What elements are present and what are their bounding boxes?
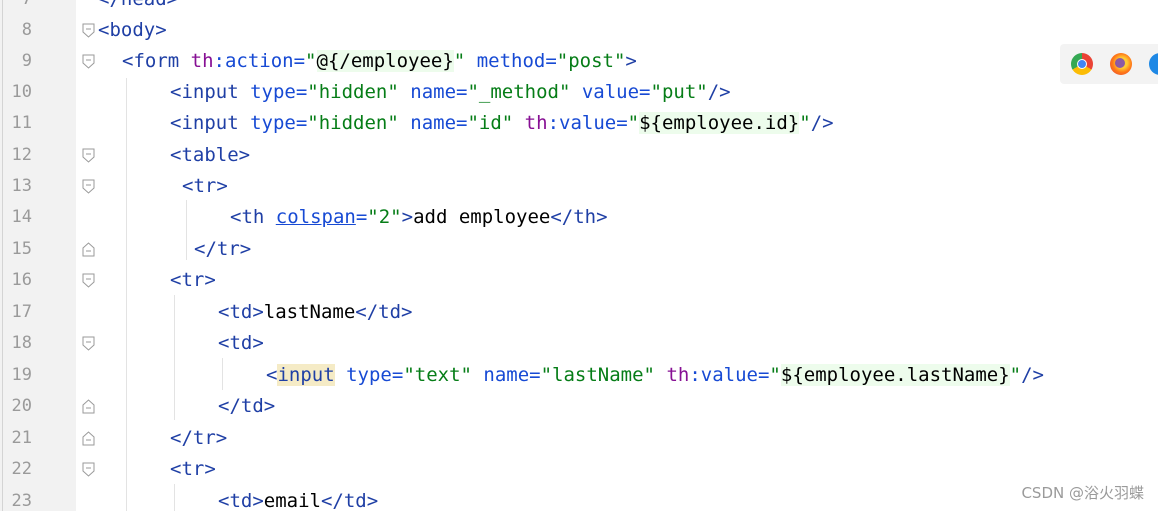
fold-marker-icon[interactable]	[82, 54, 95, 69]
code-text: <tr>	[170, 458, 216, 480]
code-line[interactable]: 21 </tr>	[0, 423, 1158, 454]
line-number: 19	[11, 365, 32, 385]
code-line[interactable]: 12 <table>	[0, 140, 1158, 171]
code-line[interactable]: 14 <th colspan="2">add employee</th>	[0, 202, 1158, 233]
fold-marker-icon[interactable]	[82, 148, 95, 163]
line-number: 7	[4, 0, 32, 15]
line-number: 16	[11, 270, 32, 290]
line-number: 12	[11, 145, 32, 165]
code-text: <input type="text" name="lastName" th:va…	[266, 364, 1044, 386]
code-line[interactable]: 9 <form th:action="@{/employee}" method=…	[0, 46, 1158, 77]
code-text: <input type="hidden" name="_method" valu…	[170, 81, 731, 103]
fold-marker-icon[interactable]	[82, 462, 95, 477]
code-line[interactable]: 19 <input type="text" name="lastName" th…	[0, 360, 1158, 391]
code-text: </td>	[218, 395, 276, 417]
fold-marker-icon[interactable]	[82, 336, 95, 351]
code-line[interactable]: 10 <input type="hidden" name="_method" v…	[0, 77, 1158, 108]
fold-marker-icon[interactable]	[82, 179, 95, 194]
line-number: 23	[11, 491, 32, 511]
fold-marker-icon[interactable]	[82, 23, 95, 38]
code-text: <input type="hidden" name="id" th:value=…	[170, 112, 834, 134]
code-text: <tr>	[170, 269, 216, 291]
line-number: 18	[11, 333, 32, 353]
line-number: 13	[11, 176, 32, 196]
line-number: 15	[11, 239, 32, 259]
line-number: 21	[11, 428, 32, 448]
code-line[interactable]: 13 <tr>	[0, 171, 1158, 202]
code-text: <table>	[170, 144, 251, 166]
line-number: 14	[11, 207, 32, 227]
fold-marker-icon[interactable]	[82, 273, 95, 288]
code-text: <td>	[218, 332, 264, 354]
line-number: 9	[21, 51, 32, 71]
code-line[interactable]: 11 <input type="hidden" name="id" th:val…	[0, 108, 1158, 139]
code-text: </head>	[98, 0, 178, 15]
code-line[interactable]: 18 <td>	[0, 328, 1158, 359]
code-text: <td>email</td>	[218, 490, 379, 511]
line-number: 11	[11, 113, 32, 133]
line-number: 8	[21, 20, 32, 40]
chrome-icon[interactable]	[1071, 53, 1093, 75]
fold-end-marker-icon[interactable]	[82, 399, 95, 414]
firefox-icon[interactable]	[1110, 53, 1132, 75]
code-line[interactable]: 7 </head>	[0, 0, 1158, 15]
fold-end-marker-icon[interactable]	[82, 242, 95, 257]
code-line[interactable]: 22 <tr>	[0, 454, 1158, 485]
code-line[interactable]: 15 </tr>	[0, 234, 1158, 265]
line-number: 20	[11, 396, 32, 416]
code-editor[interactable]: 7 </head> 8 <body> 9 <form th:action="@{…	[0, 0, 1158, 511]
code-line[interactable]: 17 <td>lastName</td>	[0, 297, 1158, 328]
code-text: </tr>	[170, 427, 228, 449]
line-number: 10	[11, 82, 32, 102]
line-number: 17	[11, 302, 32, 322]
code-text: <body>	[98, 19, 167, 41]
code-text: <tr>	[182, 175, 228, 197]
code-text: <form th:action="@{/employee}" method="p…	[122, 50, 637, 72]
code-line[interactable]: 8 <body>	[0, 15, 1158, 46]
code-text: <th colspan="2">add employee</th>	[230, 206, 608, 228]
browser-preview-bar	[1060, 44, 1158, 84]
code-line[interactable]: 23 <td>email</td>	[0, 486, 1158, 511]
line-number: 22	[11, 459, 32, 479]
watermark: CSDN @浴火羽蝶	[1021, 484, 1144, 502]
code-line[interactable]: 20 </td>	[0, 391, 1158, 422]
safari-icon[interactable]	[1149, 53, 1158, 75]
code-line[interactable]: 16 <tr>	[0, 265, 1158, 296]
code-text: </tr>	[194, 238, 252, 260]
fold-end-marker-icon[interactable]	[82, 431, 95, 446]
code-text: <td>lastName</td>	[218, 301, 413, 323]
